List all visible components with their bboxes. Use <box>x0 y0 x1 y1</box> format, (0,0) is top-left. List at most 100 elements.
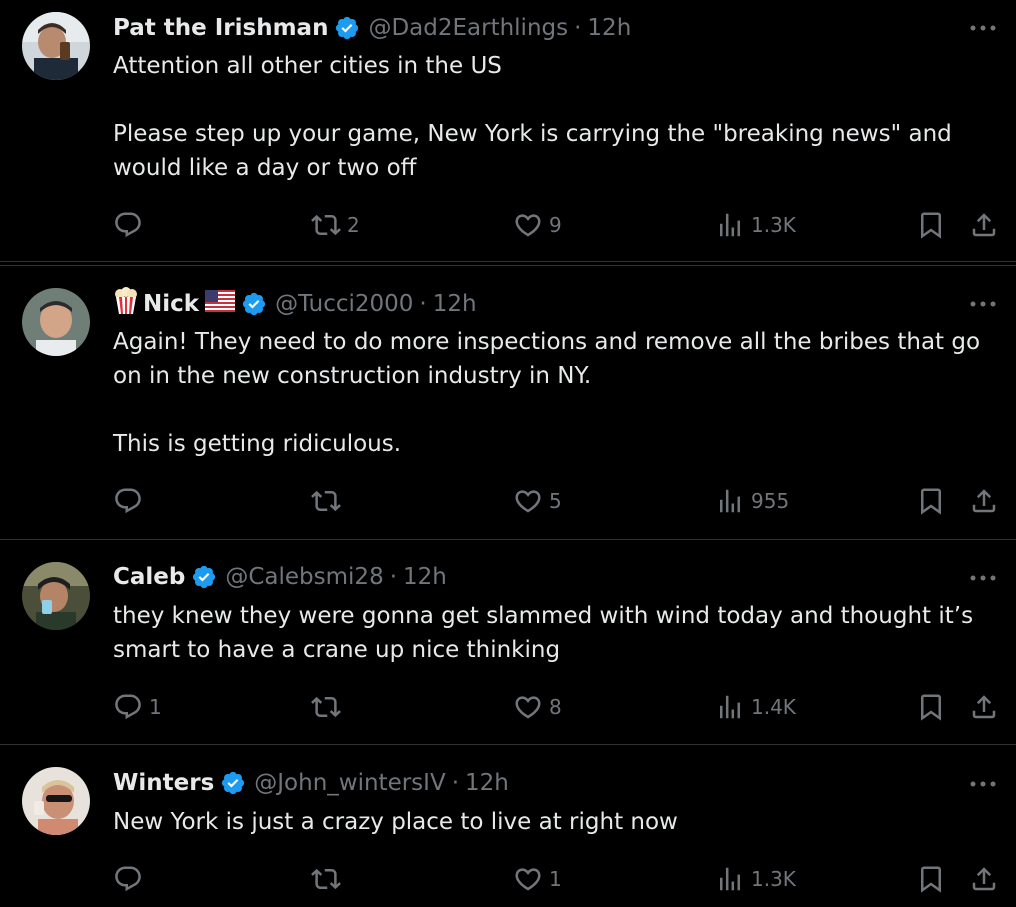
bookmark-button[interactable] <box>916 690 946 724</box>
display-name[interactable]: Pat the Irishman <box>113 15 328 41</box>
verified-badge-icon[interactable] <box>191 564 217 590</box>
bar-chart-icon <box>715 692 745 722</box>
tweet-text: they knew they were gonna get slammed wi… <box>113 599 1003 667</box>
like-count: 8 <box>549 695 562 719</box>
separator-dot: · <box>419 291 427 317</box>
bookmark-icon <box>916 864 946 894</box>
share-icon <box>969 210 999 240</box>
man-drinking-avatar[interactable] <box>22 12 90 80</box>
bookmark-button[interactable] <box>916 208 946 242</box>
like-button[interactable]: 8 <box>513 690 562 724</box>
bar-chart-icon <box>715 210 745 240</box>
man-selfie-avatar[interactable] <box>22 562 90 630</box>
separator-dot: · <box>451 770 459 796</box>
timestamp[interactable]: 12h <box>587 15 631 41</box>
timestamp[interactable]: 12h <box>465 770 509 796</box>
bookmark-button[interactable] <box>916 862 946 896</box>
retweet-icon <box>311 210 341 240</box>
action-bar: 5 955 <box>113 484 1003 518</box>
retweet-button[interactable] <box>311 484 347 518</box>
thread-divider <box>0 261 1016 266</box>
verified-badge-icon[interactable] <box>241 291 267 317</box>
reply-button[interactable]: 1 <box>113 690 162 724</box>
display-name[interactable]: Winters <box>113 770 214 796</box>
reply-icon <box>113 486 143 516</box>
separator-dot: · <box>389 564 398 590</box>
share-button[interactable] <box>969 484 999 518</box>
tweet-text-line: they knew they were gonna get slammed wi… <box>113 603 974 629</box>
bar-chart-icon <box>715 864 745 894</box>
reply-button[interactable] <box>113 484 149 518</box>
tweet-text-line: Attention all other cities in the US <box>113 53 502 79</box>
like-button[interactable]: 9 <box>513 208 562 242</box>
tweet[interactable]: Pat the Irishman @Dad2Earthlings · 12h A… <box>0 0 1016 262</box>
tweet-header: Caleb @Calebsmi28 · 12h <box>113 562 447 592</box>
timestamp[interactable]: 12h <box>403 564 447 590</box>
man-portrait-avatar[interactable] <box>22 288 90 356</box>
retweet-count: 2 <box>347 213 360 237</box>
user-handle[interactable]: @John_wintersIV <box>254 770 445 796</box>
reply-icon <box>113 864 143 894</box>
more-options-icon[interactable] <box>968 294 998 314</box>
share-icon <box>969 692 999 722</box>
views-button[interactable]: 955 <box>715 484 789 518</box>
tweet-text-line: on in the new construction industry in N… <box>113 363 592 389</box>
action-bar: 2 9 1.3K <box>113 208 1003 242</box>
retweet-button[interactable] <box>311 690 347 724</box>
share-button[interactable] <box>969 690 999 724</box>
share-button[interactable] <box>969 862 999 896</box>
tweet-header: Pat the Irishman @Dad2Earthlings · 12h <box>113 13 631 43</box>
retweet-icon <box>311 486 341 516</box>
heart-icon <box>513 864 543 894</box>
like-count: 1 <box>549 867 562 891</box>
view-count: 1.4K <box>751 695 796 719</box>
views-button[interactable]: 1.3K <box>715 208 796 242</box>
view-count: 1.3K <box>751 867 796 891</box>
timestamp[interactable]: 12h <box>433 291 477 317</box>
retweet-button[interactable] <box>311 862 347 896</box>
reply-count: 1 <box>149 695 162 719</box>
user-handle[interactable]: @Dad2Earthlings <box>368 15 568 41</box>
more-options-icon[interactable] <box>968 568 998 588</box>
tweet[interactable]: Winters @John_wintersIV · 12h New York i… <box>0 745 1016 907</box>
like-count: 9 <box>549 213 562 237</box>
like-button[interactable]: 1 <box>513 862 562 896</box>
views-button[interactable]: 1.3K <box>715 862 796 896</box>
tweet-text-line: would like a day or two off <box>113 155 417 181</box>
bar-chart-icon <box>715 486 745 516</box>
bookmark-icon <box>916 210 946 240</box>
more-options-icon[interactable] <box>968 18 998 38</box>
retweet-button[interactable]: 2 <box>311 208 360 242</box>
share-icon <box>969 864 999 894</box>
verified-badge-icon[interactable] <box>220 770 246 796</box>
verified-badge-icon[interactable] <box>334 15 360 41</box>
heart-icon <box>513 692 543 722</box>
popcorn-icon <box>113 287 139 321</box>
like-button[interactable]: 5 <box>513 484 562 518</box>
tweet-text-line: Please step up your game, New York is ca… <box>113 121 952 147</box>
tweet[interactable]: Caleb @Calebsmi28 · 12h they knew they w… <box>0 540 1016 744</box>
tweet[interactable]: Nick @Tucci2000 · 12h Again! They need t… <box>0 267 1016 537</box>
tweet-text-line: smart to have a crane up nice thinking <box>113 637 561 663</box>
tweet-header: Winters @John_wintersIV · 12h <box>113 768 509 798</box>
reply-button[interactable] <box>113 208 149 242</box>
views-button[interactable]: 1.4K <box>715 690 796 724</box>
action-bar: 1 1.3K <box>113 862 1003 896</box>
display-name[interactable]: Caleb <box>113 564 185 590</box>
man-sunglasses-avatar[interactable] <box>22 767 90 835</box>
separator-dot: · <box>574 15 582 41</box>
bookmark-button[interactable] <box>916 484 946 518</box>
display-name[interactable]: Nick <box>143 291 199 317</box>
reply-icon <box>113 210 143 240</box>
reply-button[interactable] <box>113 862 149 896</box>
retweet-icon <box>311 692 341 722</box>
share-button[interactable] <box>969 208 999 242</box>
user-handle[interactable]: @Calebsmi28 <box>225 564 383 590</box>
tweet-text-line: Again! They need to do more inspections … <box>113 329 981 355</box>
view-count: 955 <box>751 489 790 513</box>
user-handle[interactable]: @Tucci2000 <box>275 291 413 317</box>
tweet-header: Nick @Tucci2000 · 12h <box>113 287 477 321</box>
tweet-text-line: New York is just a crazy place to live a… <box>113 809 678 835</box>
more-options-icon[interactable] <box>968 774 998 794</box>
us-flag-icon <box>205 290 236 318</box>
